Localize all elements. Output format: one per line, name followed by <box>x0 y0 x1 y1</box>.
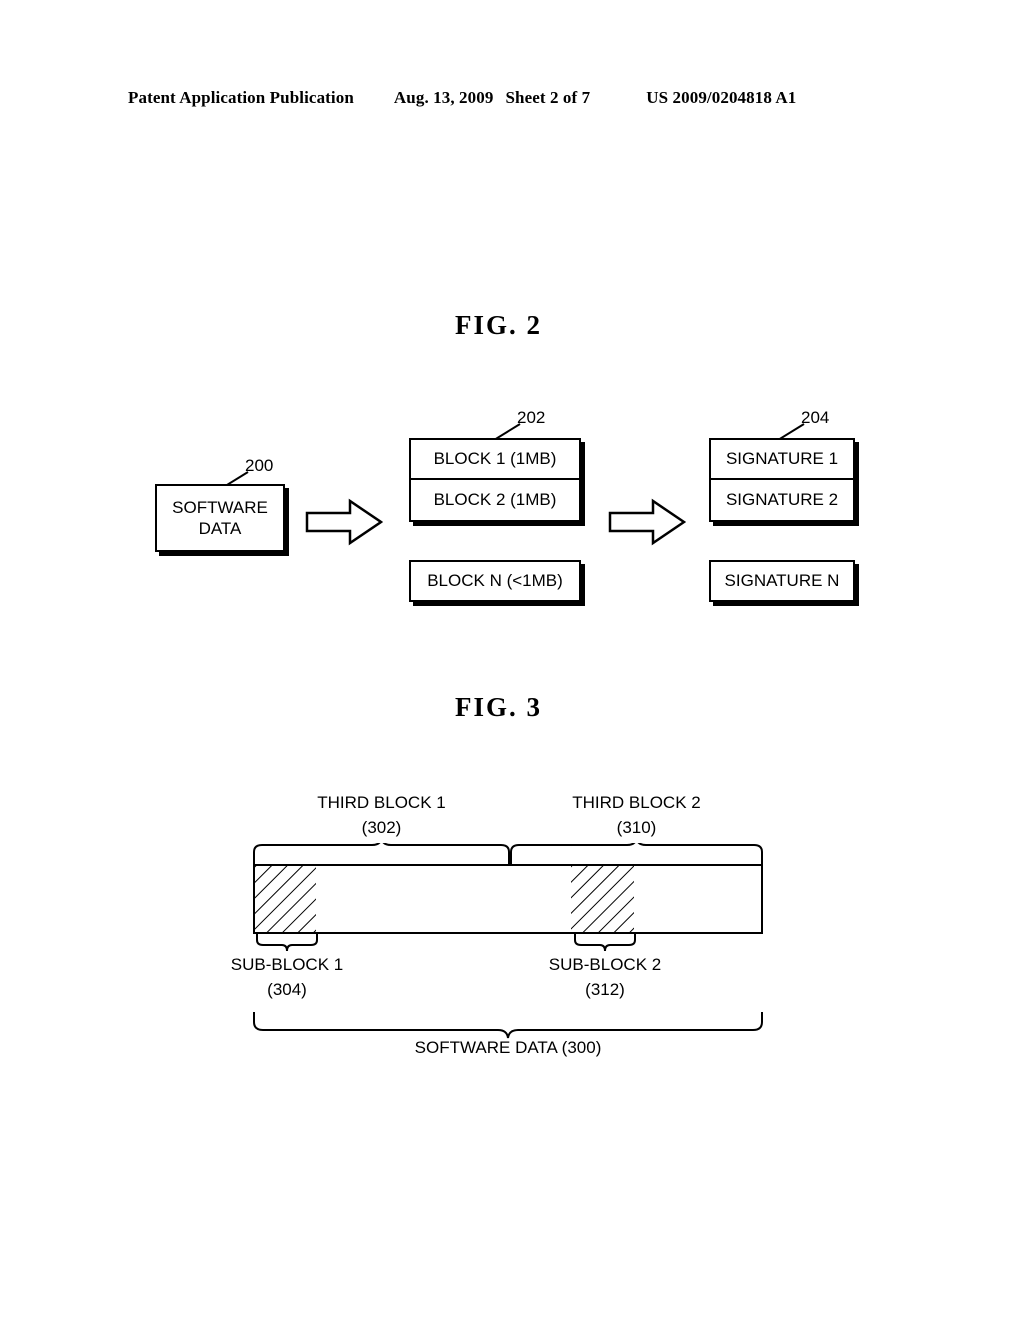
hatch-fill-icon <box>571 866 634 932</box>
software-data-box: SOFTWARE DATA <box>155 484 285 552</box>
block-cell-n: BLOCK N (<1MB) <box>409 560 581 602</box>
third-block-1-ref: (302) <box>361 818 402 837</box>
bar-cell-3 <box>379 864 444 934</box>
third-block-1-label: THIRD BLOCK 1 <box>317 793 446 812</box>
header-publication: Patent Application Publication <box>128 88 354 107</box>
bar-cell-5 <box>508 864 573 934</box>
sub-block-1-ref: (304) <box>267 980 307 999</box>
brace-third-block-2 <box>510 843 763 865</box>
third-block-2-ref: (310) <box>616 818 657 837</box>
block-cell-1: BLOCK 1 (1MB) <box>409 438 581 480</box>
bar-cell-7 <box>634 864 699 934</box>
bar-cell-2 <box>316 864 381 934</box>
page-header: Patent Application Publication Aug. 13, … <box>128 88 896 108</box>
ref-label-200: 200 <box>245 456 274 475</box>
figure-3-title: FIG. 3 <box>455 692 543 722</box>
arrow-blocks-to-signatures-icon <box>608 498 686 546</box>
bar-cell-1 <box>253 864 318 934</box>
signature-cell-1: SIGNATURE 1 <box>709 438 855 480</box>
ref-label-204: 204 <box>801 408 830 427</box>
bar-cell-6 <box>571 864 636 934</box>
arrow-data-to-blocks-icon <box>305 498 383 546</box>
bar-cell-4 <box>442 864 510 934</box>
brace-sub-block-2 <box>574 934 636 952</box>
hatch-fill-icon <box>255 866 316 932</box>
brace-third-block-1 <box>253 843 510 865</box>
sub-block-1-label: SUB-BLOCK 1 <box>230 955 344 974</box>
signature-cell-2: SIGNATURE 2 <box>709 480 855 522</box>
software-data-bar <box>253 864 763 934</box>
bar-cell-8 <box>697 864 763 934</box>
block-cell-2: BLOCK 2 (1MB) <box>409 480 581 522</box>
sub-block-2-ref: (312) <box>585 980 625 999</box>
block-group-stack: BLOCK 1 (1MB) BLOCK 2 (1MB) <box>409 438 581 522</box>
ref-label-202: 202 <box>517 408 546 427</box>
signature-cell-n: SIGNATURE N <box>709 560 855 602</box>
figure-2-title: FIG. 2 <box>455 310 543 340</box>
header-sheet: Sheet 2 of 7 <box>505 88 591 107</box>
brace-software-data <box>253 1012 763 1039</box>
header-patent-number: US 2009/0204818 A1 <box>646 88 797 107</box>
software-data-bottom-label: SOFTWARE DATA (300) <box>414 1038 602 1057</box>
signature-group-stack: SIGNATURE 1 SIGNATURE 2 <box>709 438 855 522</box>
third-block-2-label: THIRD BLOCK 2 <box>572 793 701 812</box>
header-date: Aug. 13, 2009 <box>393 88 494 107</box>
sub-block-2-label: SUB-BLOCK 2 <box>548 955 662 974</box>
brace-sub-block-1 <box>256 934 318 952</box>
